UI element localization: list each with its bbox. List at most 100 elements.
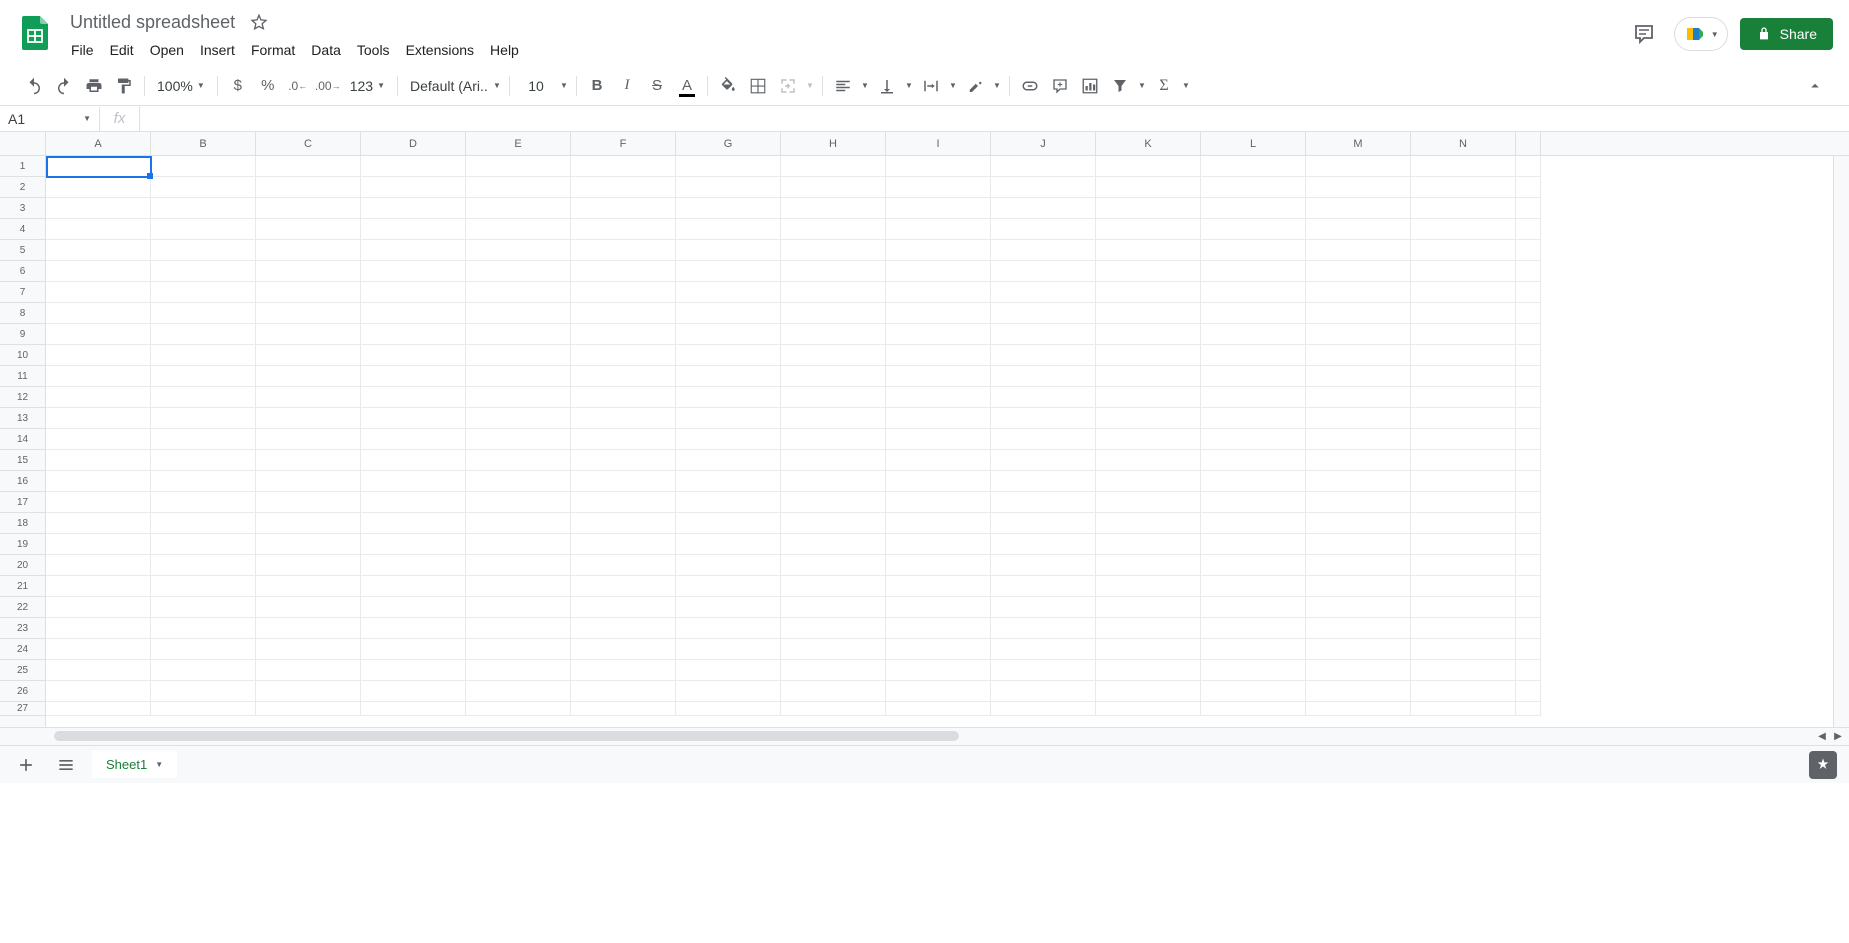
cell[interactable] <box>886 303 991 324</box>
cell[interactable] <box>1306 408 1411 429</box>
cell[interactable] <box>466 702 571 716</box>
row-header[interactable]: 2 <box>0 177 45 198</box>
cell[interactable] <box>361 471 466 492</box>
cell[interactable] <box>676 282 781 303</box>
cell[interactable] <box>571 177 676 198</box>
cell[interactable] <box>676 513 781 534</box>
cell[interactable] <box>571 534 676 555</box>
borders-button[interactable] <box>744 72 772 100</box>
cell[interactable] <box>781 450 886 471</box>
cell[interactable] <box>571 492 676 513</box>
cell[interactable] <box>571 240 676 261</box>
format-percent-button[interactable]: % <box>254 72 282 100</box>
strikethrough-button[interactable]: S <box>643 72 671 100</box>
col-header[interactable]: H <box>781 132 886 155</box>
cell[interactable] <box>151 429 256 450</box>
cell[interactable] <box>1306 471 1411 492</box>
cell[interactable] <box>991 219 1096 240</box>
cell[interactable] <box>1306 660 1411 681</box>
cell[interactable] <box>1201 681 1306 702</box>
cell[interactable] <box>1096 660 1201 681</box>
cell[interactable] <box>1306 492 1411 513</box>
scroll-right-icon[interactable]: ▶ <box>1831 730 1845 744</box>
cell[interactable] <box>1201 261 1306 282</box>
cell[interactable] <box>361 303 466 324</box>
row-header[interactable]: 5 <box>0 240 45 261</box>
cell[interactable] <box>781 324 886 345</box>
vertical-align-button[interactable] <box>873 72 901 100</box>
col-header[interactable]: B <box>151 132 256 155</box>
cell[interactable] <box>886 618 991 639</box>
cell[interactable] <box>1201 450 1306 471</box>
cell[interactable] <box>1516 408 1541 429</box>
cell[interactable] <box>1096 219 1201 240</box>
cell[interactable] <box>1411 576 1516 597</box>
halign-dropdown[interactable]: ▼ <box>859 72 871 100</box>
cell[interactable] <box>1096 345 1201 366</box>
zoom-selector[interactable]: 100%▼ <box>151 74 211 98</box>
cell[interactable] <box>466 387 571 408</box>
cell[interactable] <box>1306 261 1411 282</box>
cell[interactable] <box>46 450 151 471</box>
cell[interactable] <box>151 618 256 639</box>
select-all-corner[interactable] <box>0 132 46 155</box>
cell[interactable] <box>676 618 781 639</box>
text-wrap-button[interactable] <box>917 72 945 100</box>
cell[interactable] <box>1516 282 1541 303</box>
cell[interactable] <box>886 534 991 555</box>
cell[interactable] <box>361 513 466 534</box>
font-size-dropdown[interactable]: ▼ <box>558 72 570 100</box>
cell[interactable] <box>781 471 886 492</box>
cell[interactable] <box>781 240 886 261</box>
cell[interactable] <box>886 513 991 534</box>
cell[interactable] <box>151 366 256 387</box>
cell[interactable] <box>571 156 676 177</box>
cell[interactable] <box>466 156 571 177</box>
decrease-decimal-button[interactable]: .0← <box>284 72 312 100</box>
cell[interactable] <box>991 387 1096 408</box>
cell[interactable] <box>151 471 256 492</box>
cell[interactable] <box>1306 156 1411 177</box>
row-header[interactable]: 10 <box>0 345 45 366</box>
cell[interactable] <box>1306 702 1411 716</box>
cell[interactable] <box>676 366 781 387</box>
row-header[interactable]: 13 <box>0 408 45 429</box>
cell[interactable] <box>151 345 256 366</box>
cell[interactable] <box>1096 702 1201 716</box>
cell[interactable] <box>1201 303 1306 324</box>
cell[interactable] <box>886 324 991 345</box>
font-dropdown[interactable]: ▼ <box>491 72 503 100</box>
cell[interactable] <box>1411 471 1516 492</box>
row-header[interactable]: 14 <box>0 429 45 450</box>
cell[interactable] <box>1411 702 1516 716</box>
cell[interactable] <box>1096 303 1201 324</box>
cell[interactable] <box>991 429 1096 450</box>
cell[interactable] <box>1411 261 1516 282</box>
cell[interactable] <box>571 261 676 282</box>
cell[interactable] <box>676 639 781 660</box>
cell[interactable] <box>46 471 151 492</box>
cell[interactable] <box>676 324 781 345</box>
row-header[interactable]: 17 <box>0 492 45 513</box>
merge-cells-button[interactable] <box>774 72 802 100</box>
cell[interactable] <box>886 387 991 408</box>
cell[interactable] <box>466 618 571 639</box>
cell[interactable] <box>1516 177 1541 198</box>
cell[interactable] <box>256 177 361 198</box>
wrap-dropdown[interactable]: ▼ <box>947 72 959 100</box>
cell[interactable] <box>676 261 781 282</box>
cell[interactable] <box>256 429 361 450</box>
cell[interactable] <box>886 366 991 387</box>
cell[interactable] <box>466 450 571 471</box>
cell[interactable] <box>886 576 991 597</box>
cell[interactable] <box>46 555 151 576</box>
vertical-scrollbar[interactable] <box>1833 156 1849 727</box>
cell[interactable] <box>1306 219 1411 240</box>
cell[interactable] <box>991 597 1096 618</box>
cell[interactable] <box>151 513 256 534</box>
menu-tools[interactable]: Tools <box>350 38 397 62</box>
cell[interactable] <box>1516 492 1541 513</box>
cell[interactable] <box>46 639 151 660</box>
cell[interactable] <box>1201 345 1306 366</box>
cell[interactable] <box>1306 177 1411 198</box>
